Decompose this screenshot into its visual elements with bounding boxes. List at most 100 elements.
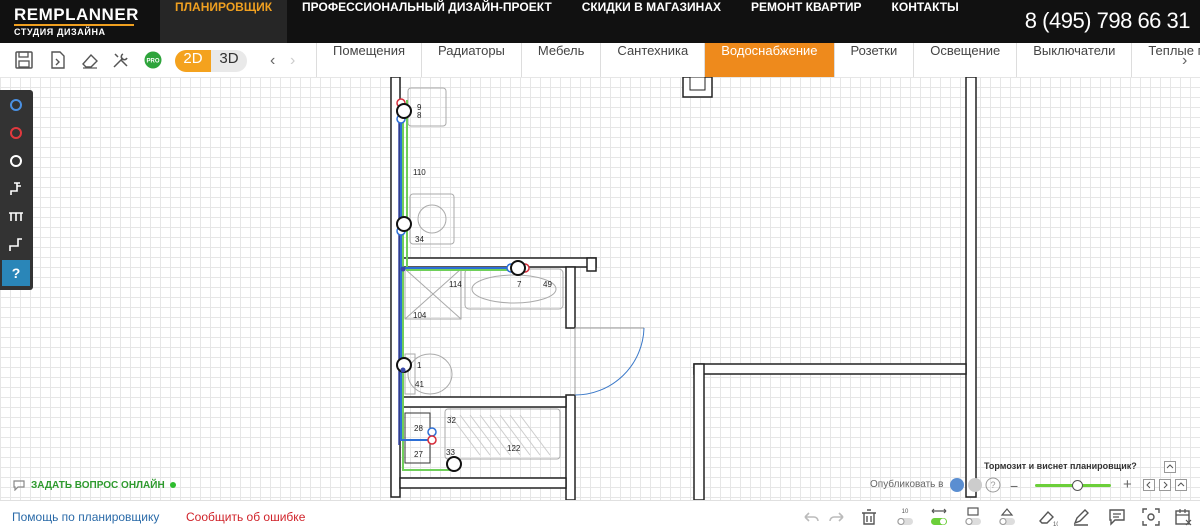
- phone-number[interactable]: 8 (495) 798 66 31: [1024, 8, 1191, 34]
- facebook-icon[interactable]: [968, 478, 982, 492]
- pipe-tool-palette: ?: [0, 90, 33, 290]
- washer-drum: [417, 204, 447, 234]
- zoom-slider[interactable]: [1035, 480, 1111, 491]
- phone-prefix: 8 (495): [1024, 8, 1097, 33]
- tab-radiators[interactable]: Радиаторы: [421, 43, 521, 77]
- hot-water-point-tool[interactable]: [2, 120, 30, 146]
- phone-main: 798 66 31: [1096, 8, 1191, 33]
- tab-lighting[interactable]: Освещение: [913, 43, 1016, 77]
- connection-points[interactable]: [396, 98, 530, 472]
- pan-right-icon[interactable]: [1159, 479, 1171, 491]
- plan-label: 33: [446, 448, 455, 457]
- undo-icon[interactable]: [800, 506, 822, 528]
- screenshot-icon[interactable]: [1140, 506, 1162, 528]
- tab-heated-floors[interactable]: Теплые полы: [1131, 43, 1200, 77]
- editor-toolbar: PRO 2D 3D ‹ › Помещения Радиаторы Мебель…: [0, 43, 1200, 78]
- wall-bath-top: [399, 257, 597, 268]
- comment-icon[interactable]: [1106, 506, 1128, 528]
- flooring-toggle-icon[interactable]: [996, 506, 1018, 528]
- trash-icon[interactable]: [858, 506, 880, 528]
- tab-switches[interactable]: Выключатели: [1016, 43, 1131, 77]
- logo-subtitle: СТУДИЯ ДИЗАЙНА: [14, 27, 106, 37]
- dimensions-toggle-icon[interactable]: [928, 506, 950, 528]
- logo-underline: [14, 24, 134, 26]
- tabs-prev-arrow[interactable]: ‹: [270, 52, 275, 70]
- ask-online-label: ЗАДАТЬ ВОПРОС ОНЛАЙН: [31, 479, 165, 491]
- furniture-toggle-icon[interactable]: [962, 506, 984, 528]
- wall-bottom: [399, 477, 567, 489]
- nav-planner[interactable]: ПЛАНИРОВЩИК: [160, 0, 288, 43]
- redo-icon[interactable]: [826, 506, 848, 528]
- zoom-out-button[interactable]: −: [1010, 478, 1018, 494]
- drain-point-tool[interactable]: [2, 148, 30, 174]
- mode-2d-button[interactable]: 2D: [175, 50, 211, 72]
- plan-label: 122: [507, 444, 521, 453]
- calendar-delete-icon[interactable]: [1172, 506, 1194, 528]
- pipe-elbow-tool[interactable]: [2, 232, 30, 258]
- publish-label: Опубликовать в: [870, 479, 943, 490]
- plan-canvas[interactable]: 9 8 110 34 114 7 49 104 1 41 32 28 27 33…: [0, 77, 1200, 500]
- help-link[interactable]: Помощь по планировщику: [12, 510, 159, 524]
- eraser-icon[interactable]: [80, 50, 100, 70]
- online-status-dot: [169, 482, 176, 488]
- view-mode-switch: 2D 3D: [175, 50, 247, 72]
- pan-up-icon[interactable]: [1175, 479, 1187, 491]
- vk-icon[interactable]: [950, 478, 964, 492]
- svg-text:?: ?: [990, 480, 995, 490]
- zoom-slider-knob[interactable]: [1071, 480, 1083, 491]
- cold-water-point-tool[interactable]: [2, 92, 30, 118]
- pencil-icon[interactable]: [1070, 506, 1092, 528]
- social-share: ?: [950, 477, 1001, 493]
- logo[interactable]: REMPLANNER СТУДИЯ ДИЗАЙНА: [14, 6, 139, 37]
- wall-room-top: [693, 363, 967, 375]
- publish-text: Опубликовать в: [870, 479, 944, 490]
- tab-furniture[interactable]: Мебель: [520, 43, 601, 77]
- open-file-icon[interactable]: [48, 50, 68, 70]
- plan-label: 104: [413, 311, 427, 320]
- plan-label: 110: [413, 168, 426, 177]
- tab-sockets[interactable]: Розетки: [833, 43, 914, 77]
- tabs-faded-arrow: ›: [290, 52, 296, 69]
- vent-shaft: [689, 77, 706, 91]
- wall-bath-right-lower: [565, 394, 576, 500]
- ask-online-link[interactable]: ЗАДАТЬ ВОПРОС ОНЛАЙН: [12, 479, 176, 491]
- report-error-link[interactable]: Сообщить об ошибке: [186, 510, 305, 524]
- plan-label: 114: [449, 280, 462, 289]
- tab-rooms[interactable]: Помещения: [316, 43, 421, 77]
- svg-text:10: 10: [1053, 522, 1058, 528]
- help-button[interactable]: ?: [2, 260, 30, 286]
- pro-badge-icon[interactable]: PRO: [143, 50, 163, 70]
- logo-text-planner: PLANNER: [53, 5, 139, 24]
- zoom-in-button[interactable]: +: [1123, 476, 1132, 493]
- nav-design-project[interactable]: ПРОФЕССИОНАЛЬНЫЙ ДИЗАЙН-ПРОЕКТ: [287, 0, 567, 43]
- logo-text-rem: REM: [14, 5, 54, 24]
- category-tabs: Помещения Радиаторы Мебель Сантехника Во…: [316, 43, 1200, 77]
- faucet-icon: [10, 182, 21, 195]
- manifold-icon: [9, 212, 23, 221]
- collector-tool[interactable]: [2, 176, 30, 202]
- save-icon[interactable]: [14, 50, 34, 70]
- mode-3d-button[interactable]: 3D: [211, 50, 247, 72]
- tab-plumbing[interactable]: Сантехника: [600, 43, 704, 77]
- nav-contacts[interactable]: КОНТАКТЫ: [877, 0, 974, 43]
- elbow-icon: [9, 238, 22, 251]
- tabs-next-arrow[interactable]: ›: [1182, 52, 1187, 70]
- floor-plan[interactable]: 9 8 110 34 114 7 49 104 1 41 32 28 27 33…: [0, 77, 1200, 500]
- plan-label: 1: [417, 361, 422, 370]
- nav-renovation[interactable]: РЕМОНТ КВАРТИР: [736, 0, 877, 43]
- wall-right: [965, 77, 977, 498]
- tools-icon[interactable]: [111, 50, 131, 70]
- tab-water-supply[interactable]: Водоснабжение: [704, 43, 834, 77]
- collapse-icon[interactable]: [1164, 461, 1176, 473]
- plan-label: 49: [543, 280, 552, 289]
- slow-question[interactable]: Тормозит и виснет планировщик?: [984, 461, 1137, 471]
- eraser-10-icon[interactable]: 10: [1036, 506, 1058, 528]
- pro-label: PRO: [146, 59, 159, 65]
- nav-discounts[interactable]: СКИДКИ В МАГАЗИНАХ: [567, 0, 736, 43]
- pan-arrows: [1143, 479, 1187, 491]
- manifold-tool[interactable]: [2, 204, 30, 230]
- pan-left-icon[interactable]: [1143, 479, 1155, 491]
- main-nav: ПЛАНИРОВЩИК ПРОФЕССИОНАЛЬНЫЙ ДИЗАЙН-ПРОЕ…: [160, 0, 974, 43]
- svg-text:10: 10: [902, 509, 909, 515]
- wall-thickness-toggle-icon[interactable]: 10: [894, 506, 916, 528]
